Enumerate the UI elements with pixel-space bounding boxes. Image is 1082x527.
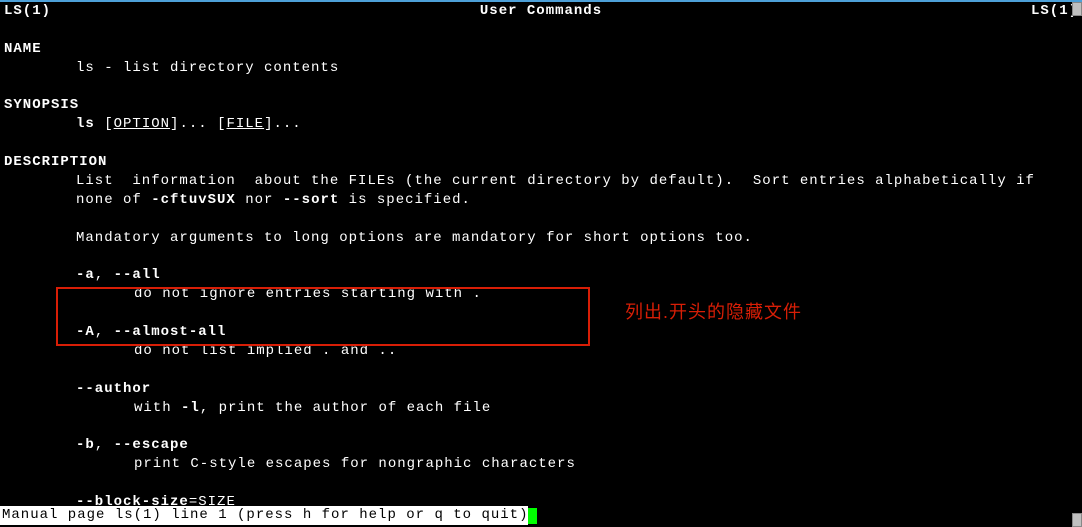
opt0-b: --all	[114, 267, 161, 283]
description-para1b: none of -cftuvSUX nor --sort is specifie…	[4, 191, 1078, 210]
synopsis-arg-1: FILE	[226, 116, 264, 132]
man-header-left: LS(1)	[4, 2, 51, 21]
synopsis-arg-0-rb: ]...	[170, 116, 217, 132]
desc-p1b-b2: --sort	[283, 192, 339, 208]
man-page-content: LS(1) User Commands LS(1) NAME ls - list…	[0, 2, 1082, 512]
option-A-flags: -A, --almost-all	[4, 323, 1078, 342]
section-synopsis-title: SYNOPSIS	[4, 97, 79, 113]
option-author-flags: --author	[4, 380, 1078, 399]
terminal-window: LS(1) User Commands LS(1) NAME ls - list…	[0, 0, 1082, 527]
opt3-a: -b	[76, 437, 95, 453]
description-para2: Mandatory arguments to long options are …	[4, 229, 1078, 248]
opt2-post: , print the author of each file	[200, 400, 491, 416]
option-A-desc: do not list implied . and ..	[4, 342, 1078, 361]
vertical-scrollbar[interactable]	[1072, 2, 1082, 527]
man-header: LS(1) User Commands LS(1)	[4, 2, 1078, 21]
option-author-desc: with -l, print the author of each file	[4, 399, 1078, 418]
opt3-sep: ,	[95, 437, 114, 453]
opt1-b: --almost-all	[114, 324, 227, 340]
opt2-bold: -l	[181, 400, 200, 416]
synopsis-arg-0: OPTION	[114, 116, 170, 132]
desc-p1b-mid: nor	[236, 192, 283, 208]
annotation-text: 列出.开头的隐藏文件	[625, 300, 802, 324]
option-a-desc: do not ignore entries starting with .	[4, 285, 1078, 304]
man-header-center: User Commands	[51, 2, 1031, 21]
option-b-desc: print C-style escapes for nongraphic cha…	[4, 455, 1078, 474]
section-name-title: NAME	[4, 41, 42, 57]
synopsis-arg-1-rb: ]...	[264, 116, 302, 132]
section-name-body: ls - list directory contents	[4, 59, 1078, 78]
synopsis-cmd: ls	[76, 116, 95, 132]
opt1-a: -A	[76, 324, 95, 340]
desc-p1b-post: is specified.	[339, 192, 471, 208]
scroll-up-button[interactable]	[1072, 2, 1082, 16]
scroll-down-button[interactable]	[1072, 513, 1082, 527]
section-synopsis-body: ls [OPTION]... [FILE]...	[4, 115, 1078, 134]
man-header-right: LS(1)	[1031, 2, 1078, 21]
cursor-block	[528, 508, 537, 524]
opt0-a: -a	[76, 267, 95, 283]
desc-p1b-pre: none of	[76, 192, 151, 208]
section-description-title: DESCRIPTION	[4, 154, 107, 170]
option-a-flags: -a, --all	[4, 266, 1078, 285]
opt3-b: --escape	[114, 437, 189, 453]
status-bar[interactable]: Manual page ls(1) line 1 (press h for he…	[0, 506, 1082, 525]
status-text: Manual page ls(1) line 1 (press h for he…	[0, 506, 528, 525]
desc-p1b-b1: -cftuvSUX	[151, 192, 236, 208]
opt1-sep: ,	[95, 324, 114, 340]
opt2-pre: with	[134, 400, 181, 416]
description-para1a: List information about the FILEs (the cu…	[4, 172, 1078, 191]
option-b-flags: -b, --escape	[4, 436, 1078, 455]
opt2-b: --author	[76, 381, 151, 397]
opt0-sep: ,	[95, 267, 114, 283]
synopsis-arg-0-lb: [	[104, 116, 113, 132]
